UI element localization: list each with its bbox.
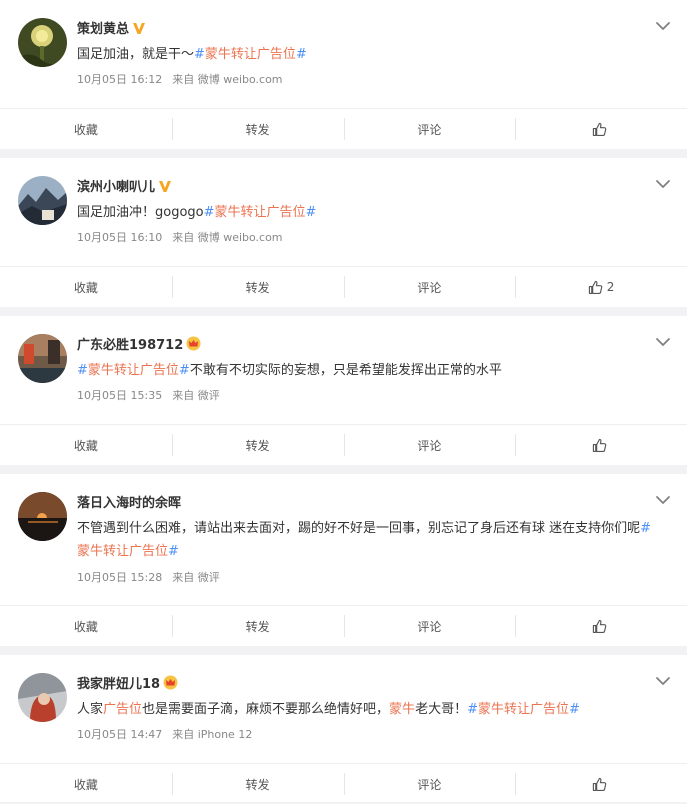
post-time[interactable]: 10月05日 16:10 xyxy=(77,231,162,244)
hashtag-link[interactable]: 蒙牛转让广告位 xyxy=(77,544,168,559)
avatar[interactable] xyxy=(18,18,67,67)
highlight-keyword: 广告位 xyxy=(103,702,143,717)
post-meta: 10月05日 15:35 来自 微评 xyxy=(77,387,220,403)
comment-button[interactable]: 评论 xyxy=(343,109,516,149)
comment-button[interactable]: 评论 xyxy=(343,764,516,804)
thumbs-up-icon xyxy=(592,619,606,633)
post-time[interactable]: 10月05日 16:12 xyxy=(77,73,162,86)
repost-button[interactable]: 转发 xyxy=(171,606,344,646)
thumbs-up-icon xyxy=(592,777,606,791)
post-meta: 10月05日 16:10 来自 微博 weibo.com xyxy=(77,229,283,245)
post-text-segment: 不敢有不切实际的妄想，只是希望能发挥出正常的水平 xyxy=(189,363,502,378)
post-text-segment: 国足加油冲！gogogo xyxy=(77,205,204,220)
post-meta: 10月05日 14:47 来自 iPhone 12 xyxy=(77,726,252,742)
hashtag-link[interactable]: 蒙牛转让广告位 xyxy=(88,363,179,378)
post-source: 来自 iPhone 12 xyxy=(172,728,253,741)
thumbs-up-icon xyxy=(592,122,606,136)
post-card: 落日入海时的余晖 不管遇到什么困难，请站出来去面对，踢的好不好是一回事，别忘记了… xyxy=(0,474,687,646)
chevron-down-icon[interactable] xyxy=(655,673,671,689)
hashtag-mark[interactable]: # xyxy=(569,702,580,717)
collect-button[interactable]: 收藏 xyxy=(0,606,172,646)
crown-icon xyxy=(163,675,178,694)
chevron-down-icon[interactable] xyxy=(655,492,671,508)
post-meta: 10月05日 15:28 来自 微评 xyxy=(77,569,220,585)
repost-button[interactable]: 转发 xyxy=(171,109,344,149)
hashtag-link[interactable]: 蒙牛转让广告位 xyxy=(205,47,296,62)
post-text-segment: 不管遇到什么困难，请站出来去面对，踢的好不好是一回事，别忘记了身后还有球 迷在支… xyxy=(77,521,641,536)
username[interactable]: 我家胖妞儿18 xyxy=(77,673,178,694)
verified-v-icon xyxy=(158,179,172,197)
post-text: 不管遇到什么困难，请站出来去面对，踢的好不好是一回事，别忘记了身后还有球 迷在支… xyxy=(77,517,661,563)
post-text-segment: 国足加油，就是干～ xyxy=(77,47,195,62)
post-time[interactable]: 10月05日 14:47 xyxy=(77,728,162,741)
post-text: 人家广告位也是需要面子滴，麻烦不要那么绝情好吧，蒙牛老大哥！#蒙牛转让广告位# xyxy=(77,698,661,721)
collect-button[interactable]: 收藏 xyxy=(0,425,172,465)
post-text-segment: 人家 xyxy=(77,702,104,717)
action-bar: 收藏 转发 评论 xyxy=(0,108,687,149)
username[interactable]: 落日入海时的余晖 xyxy=(77,492,181,511)
avatar[interactable] xyxy=(18,176,67,225)
comment-button[interactable]: 评论 xyxy=(343,267,516,307)
chevron-down-icon[interactable] xyxy=(655,176,671,192)
post-source: 来自 微博 weibo.com xyxy=(172,231,283,244)
chevron-down-icon[interactable] xyxy=(655,334,671,350)
like-button[interactable] xyxy=(515,425,687,465)
username[interactable]: 策划黄总 xyxy=(77,18,146,39)
username[interactable]: 滨州小喇叭儿 xyxy=(77,176,172,197)
collect-button[interactable]: 收藏 xyxy=(0,764,172,804)
thumbs-up-icon xyxy=(592,438,606,452)
hashtag-mark[interactable]: # xyxy=(204,205,215,220)
hashtag-link[interactable]: 蒙牛转让广告位 xyxy=(478,702,569,717)
post-source: 来自 微博 weibo.com xyxy=(172,73,283,86)
post-source: 来自 微评 xyxy=(172,571,220,584)
hashtag-mark[interactable]: # xyxy=(194,47,205,62)
post-card: 广东必胜198712 #蒙牛转让广告位#不敢有不切实际的妄想，只是希望能发挥出正… xyxy=(0,316,687,465)
hashtag-mark[interactable]: # xyxy=(179,363,190,378)
like-button[interactable] xyxy=(515,109,687,149)
post-source: 来自 微评 xyxy=(172,389,220,402)
action-bar: 收藏 转发 评论 xyxy=(0,605,687,646)
post-time[interactable]: 10月05日 15:28 xyxy=(77,571,162,584)
repost-button[interactable]: 转发 xyxy=(171,267,344,307)
like-button[interactable] xyxy=(515,764,687,804)
thumbs-up-icon xyxy=(588,280,603,294)
comment-button[interactable]: 评论 xyxy=(343,606,516,646)
chevron-down-icon[interactable] xyxy=(655,18,671,34)
post-text: #蒙牛转让广告位#不敢有不切实际的妄想，只是希望能发挥出正常的水平 xyxy=(77,359,661,382)
post-card: 策划黄总 国足加油，就是干～#蒙牛转让广告位# 10月05日 16:12 来自 微… xyxy=(0,0,687,149)
hashtag-mark[interactable]: # xyxy=(296,47,307,62)
post-card: 滨州小喇叭儿 国足加油冲！gogogo#蒙牛转让广告位# 10月05日 16:1… xyxy=(0,158,687,307)
hashtag-mark[interactable]: # xyxy=(640,521,651,536)
hashtag-mark[interactable]: # xyxy=(77,363,88,378)
username[interactable]: 广东必胜198712 xyxy=(77,334,201,355)
hashtag-mark[interactable]: # xyxy=(467,702,478,717)
post-text-segment: 老大哥！ xyxy=(415,702,468,717)
post-card: 我家胖妞儿18 人家广告位也是需要面子滴，麻烦不要那么绝情好吧，蒙牛老大哥！#蒙… xyxy=(0,655,687,802)
like-count: 2 xyxy=(606,280,615,294)
post-text: 国足加油，就是干～#蒙牛转让广告位# xyxy=(77,43,661,66)
avatar[interactable] xyxy=(18,673,67,722)
collect-button[interactable]: 收藏 xyxy=(0,267,172,307)
collect-button[interactable]: 收藏 xyxy=(0,109,172,149)
verified-v-icon xyxy=(132,21,146,39)
post-meta: 10月05日 16:12 来自 微博 weibo.com xyxy=(77,71,283,87)
post-time[interactable]: 10月05日 15:35 xyxy=(77,389,162,402)
action-bar: 收藏 转发 评论 xyxy=(0,424,687,465)
avatar[interactable] xyxy=(18,492,67,541)
like-button[interactable]: 2 xyxy=(515,267,687,307)
crown-icon xyxy=(186,336,201,355)
hashtag-mark[interactable]: # xyxy=(306,205,317,220)
action-bar: 收藏 转发 评论 2 xyxy=(0,266,687,307)
post-text-segment: 也是需要面子滴，麻烦不要那么绝情好吧， xyxy=(142,702,390,717)
hashtag-mark[interactable]: # xyxy=(168,544,179,559)
post-text: 国足加油冲！gogogo#蒙牛转让广告位# xyxy=(77,201,661,224)
repost-button[interactable]: 转发 xyxy=(171,425,344,465)
repost-button[interactable]: 转发 xyxy=(171,764,344,804)
highlight-keyword: 蒙牛 xyxy=(389,702,416,717)
like-button[interactable] xyxy=(515,606,687,646)
action-bar: 收藏 转发 评论 xyxy=(0,763,687,804)
comment-button[interactable]: 评论 xyxy=(343,425,516,465)
avatar[interactable] xyxy=(18,334,67,383)
hashtag-link[interactable]: 蒙牛转让广告位 xyxy=(215,205,306,220)
